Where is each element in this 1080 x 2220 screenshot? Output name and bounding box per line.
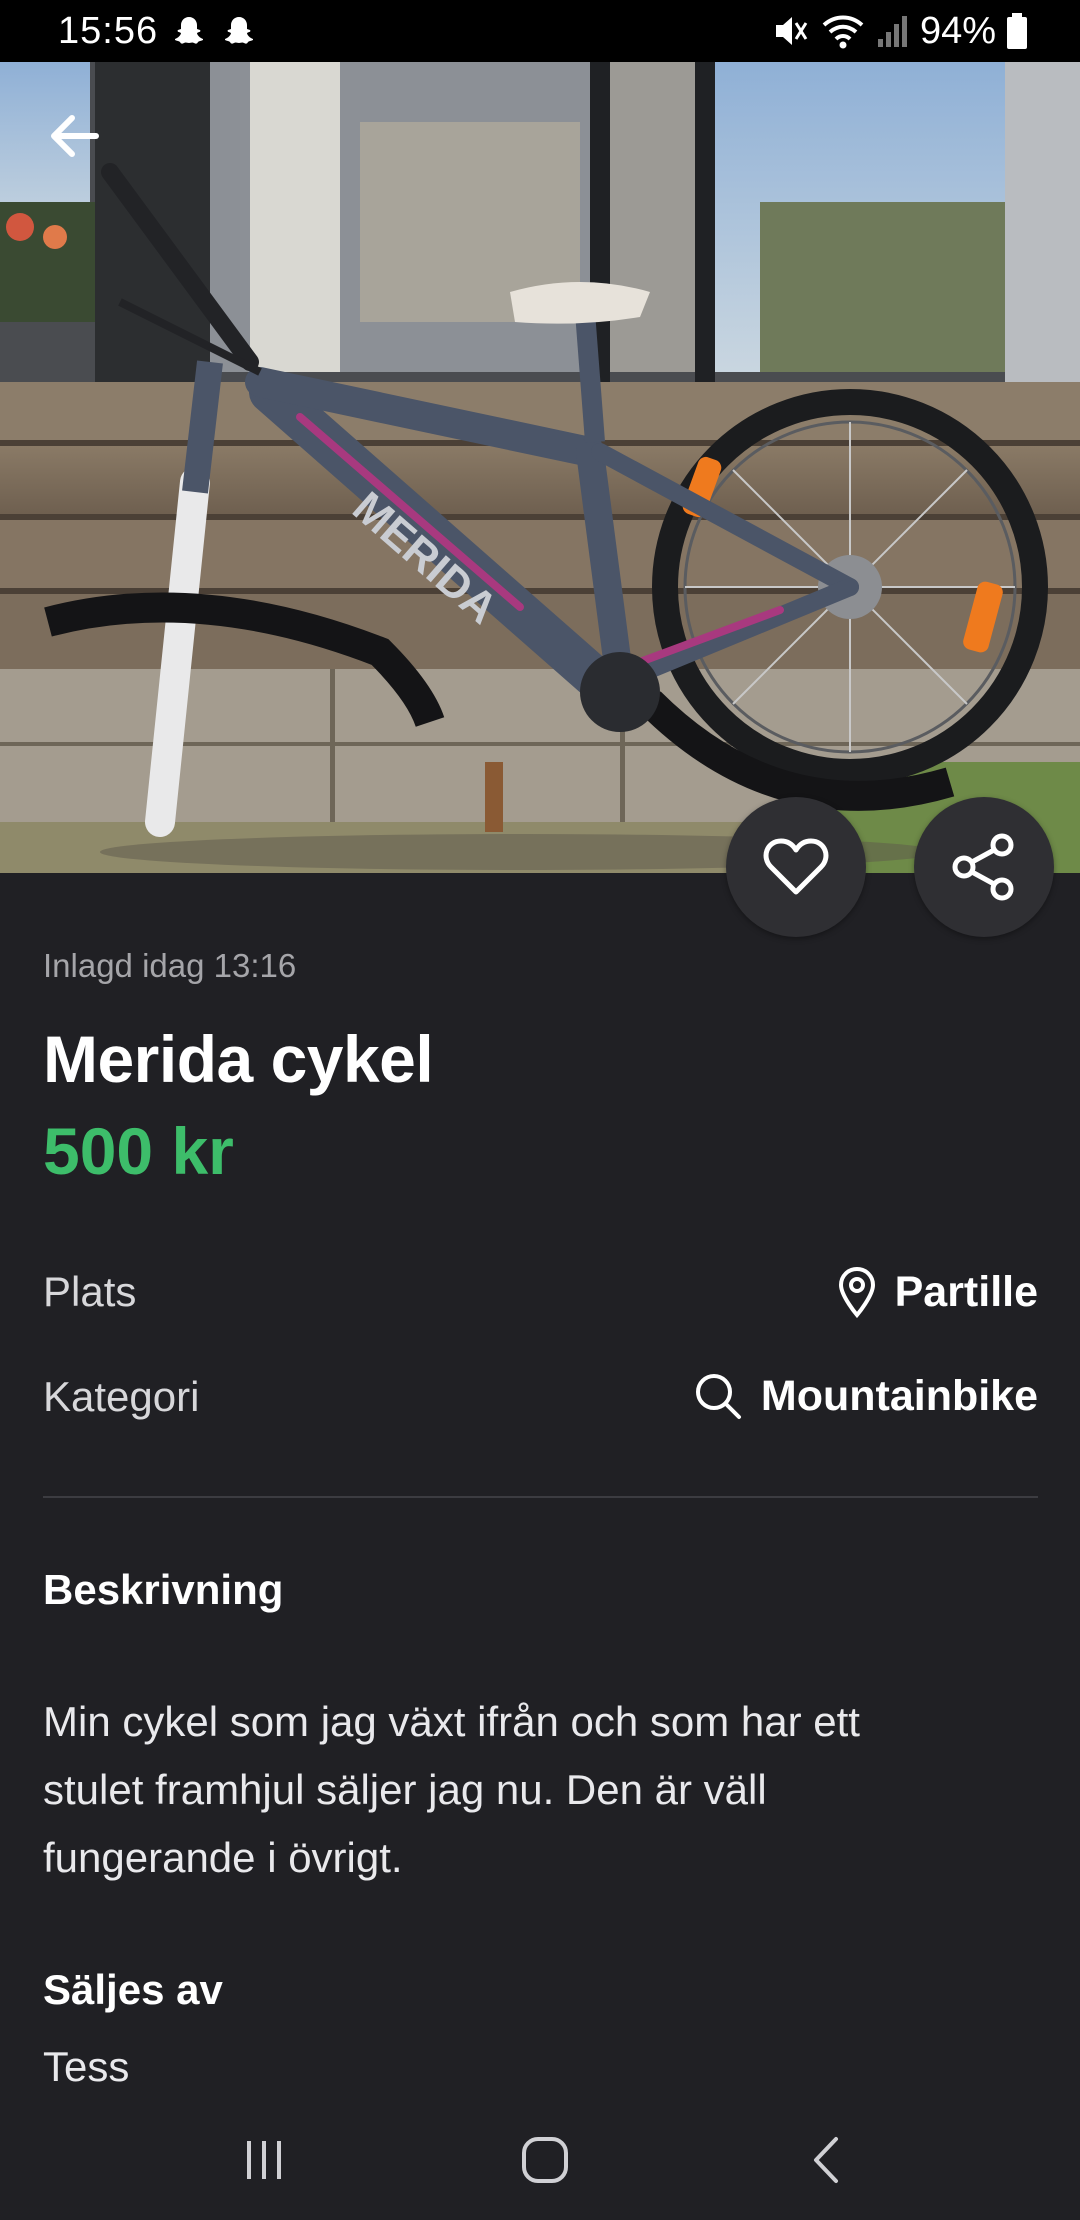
status-bar: 15:56 94% [0,0,1080,62]
category-row[interactable]: Kategori Mountainbike [43,1371,1038,1433]
search-icon [695,1374,741,1419]
battery-icon [1007,13,1027,49]
share-icon [952,833,1014,901]
favorite-button[interactable] [726,797,866,937]
posted-time: Inlagd idag 13:16 [43,947,297,984]
back-icon [814,2137,838,2183]
seller-heading: Säljes av [43,1966,223,2013]
battery-percent: 94% [919,9,996,52]
location-label: Plats [43,1268,137,1315]
wifi-icon [822,15,864,49]
description-heading: Beskrivning [43,1566,284,1613]
status-indicators: 94% [770,8,1028,54]
listing-title: Merida cykel [43,1022,434,1096]
snapchat-icon [175,17,203,44]
navigation-bar [0,2100,1080,2220]
mute-icon [775,17,808,45]
location-value: Partille [894,1267,1038,1316]
category-label: Kategori [43,1373,200,1420]
status-time: 15:56 [58,10,159,52]
recent-apps-icon [247,2141,281,2179]
location-row[interactable]: Plats Partille [43,1266,1038,1328]
home-button[interactable] [505,2130,585,2190]
category-value: Mountainbike [760,1371,1038,1420]
snapchat-icon [225,17,253,44]
recent-apps-button[interactable] [224,2130,304,2190]
signal-icon [877,16,907,47]
listing-photo[interactable]: MERIDA [0,62,1080,873]
bike-photo: MERIDA [0,62,1080,873]
share-button[interactable] [914,797,1054,937]
listing-price: 500 kr [43,1114,234,1188]
nav-back-button[interactable] [786,2130,866,2190]
back-arrow-icon [51,115,99,157]
divider [43,1496,1038,1498]
seller-name[interactable]: Tess [43,2043,129,2091]
home-icon [522,2137,568,2183]
heart-icon [763,838,829,895]
back-button[interactable] [38,100,110,172]
description-text: Min cykel som jag växt ifrån och som har… [43,1698,860,1881]
location-pin-icon [838,1266,875,1318]
